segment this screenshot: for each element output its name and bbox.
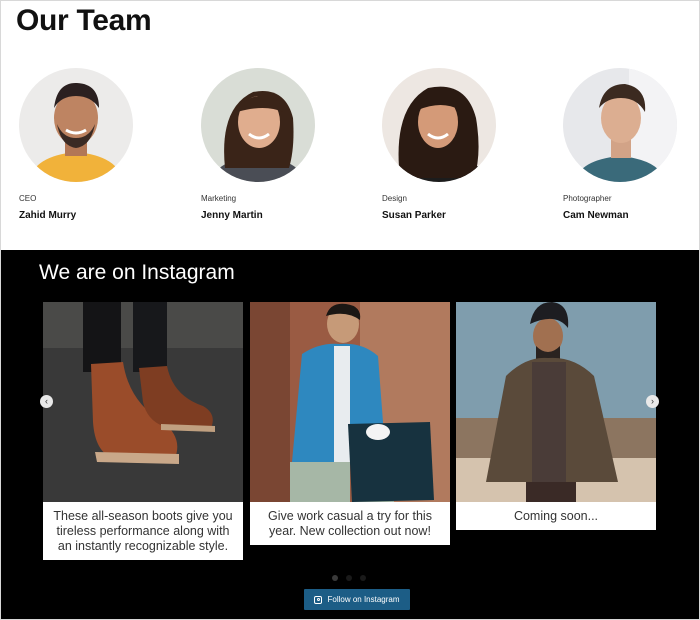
page-frame <box>0 0 700 620</box>
